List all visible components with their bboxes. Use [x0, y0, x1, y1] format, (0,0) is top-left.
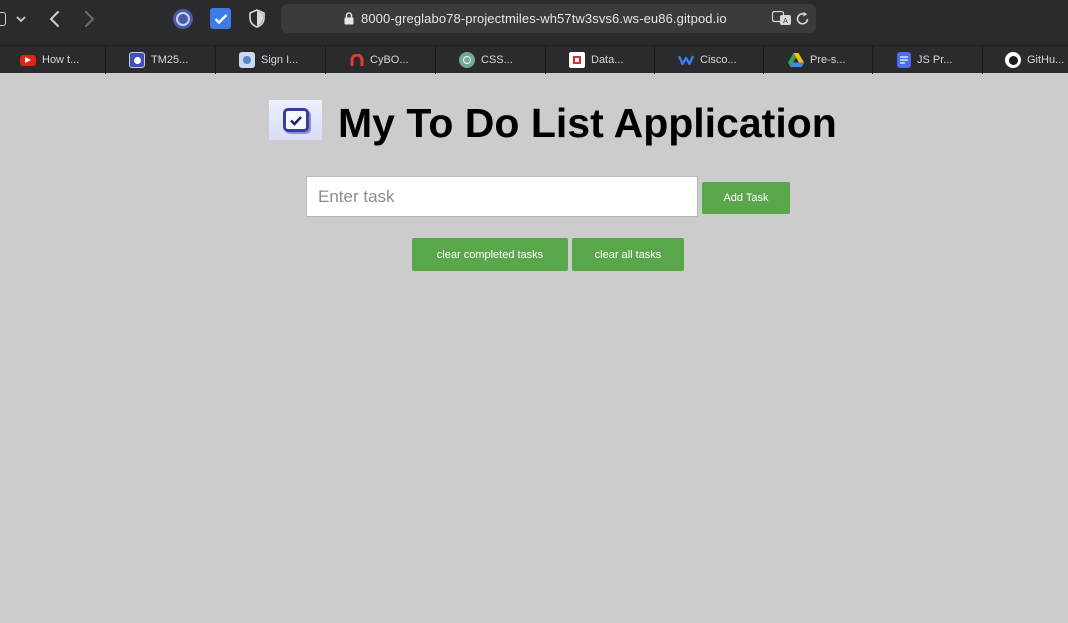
bookmark-label: Pre-s... [810, 54, 846, 66]
todo-logo [269, 100, 322, 140]
address-bar[interactable]: 8000-greglabo78-projectmiles-wh57tw3svs6… [281, 4, 816, 33]
reload-icon[interactable] [796, 11, 810, 26]
bookmark-label: Cisco... [700, 54, 737, 66]
svg-text:A: A [783, 17, 788, 25]
data-icon [569, 52, 585, 68]
lock-icon [344, 12, 354, 25]
bookmark-item[interactable]: GitHu... [1005, 46, 1064, 74]
translate-icon[interactable]: A [772, 11, 792, 26]
bookmark-label: Sign I... [261, 54, 299, 66]
checkbox-extension-icon[interactable] [210, 8, 231, 29]
extension-icon[interactable] [173, 9, 193, 29]
task-input[interactable] [306, 176, 698, 217]
checkbox-icon [282, 108, 309, 132]
clear-completed-tasks-button[interactable]: clear completed tasks [412, 238, 568, 271]
youtube-icon [20, 54, 36, 66]
bookmark-label: CyBO... [370, 54, 409, 66]
bookmark-item[interactable]: Cisco... [678, 46, 737, 74]
bookmark-item[interactable]: CSS... [459, 46, 513, 74]
bookmark-label: Data... [591, 54, 624, 66]
bookmark-label: How t... [42, 54, 80, 66]
url-text: 8000-greglabo78-projectmiles-wh57tw3svs6… [361, 11, 727, 26]
bookmark-item[interactable]: Pre-s... [788, 46, 845, 74]
google-docs-icon [897, 52, 911, 68]
tab-overview-chevron-icon[interactable] [14, 10, 28, 28]
app-icon [129, 52, 145, 68]
shield-icon[interactable] [249, 9, 265, 28]
bookmark-item[interactable]: Sign I... [239, 46, 298, 74]
webex-icon [678, 52, 694, 68]
bookmark-item[interactable]: TM25... [129, 46, 188, 74]
bookmarks-bar: How t... TM25... Sign I... CyBO... CSS..… [0, 45, 1068, 74]
bookmark-item[interactable]: CyBO... [350, 46, 409, 74]
bookmark-label: CSS... [481, 54, 513, 66]
forward-button[interactable] [80, 8, 100, 30]
add-task-button[interactable]: Add Task [702, 182, 790, 214]
profile-icon [239, 52, 255, 68]
page-content: My To Do List Application Add Task clear… [0, 74, 1068, 623]
google-drive-icon [788, 52, 804, 68]
sidebar-toggle-icon[interactable] [0, 12, 6, 26]
bookmark-item[interactable]: Data... [569, 46, 623, 74]
page-title: My To Do List Application [338, 100, 837, 146]
browser-toolbar: 8000-greglabo78-projectmiles-wh57tw3svs6… [0, 0, 1068, 45]
bookmark-label: GitHu... [1027, 54, 1065, 66]
chatgpt-icon [459, 52, 475, 68]
magnet-icon [350, 52, 364, 68]
bookmark-label: TM25... [151, 54, 189, 66]
bookmark-item[interactable]: JS Pr... [897, 46, 952, 74]
github-icon [1005, 52, 1021, 68]
bookmark-item[interactable]: How t... [20, 46, 79, 74]
bookmark-label: JS Pr... [917, 54, 953, 66]
back-button[interactable] [44, 8, 64, 30]
clear-all-tasks-button[interactable]: clear all tasks [572, 238, 684, 271]
